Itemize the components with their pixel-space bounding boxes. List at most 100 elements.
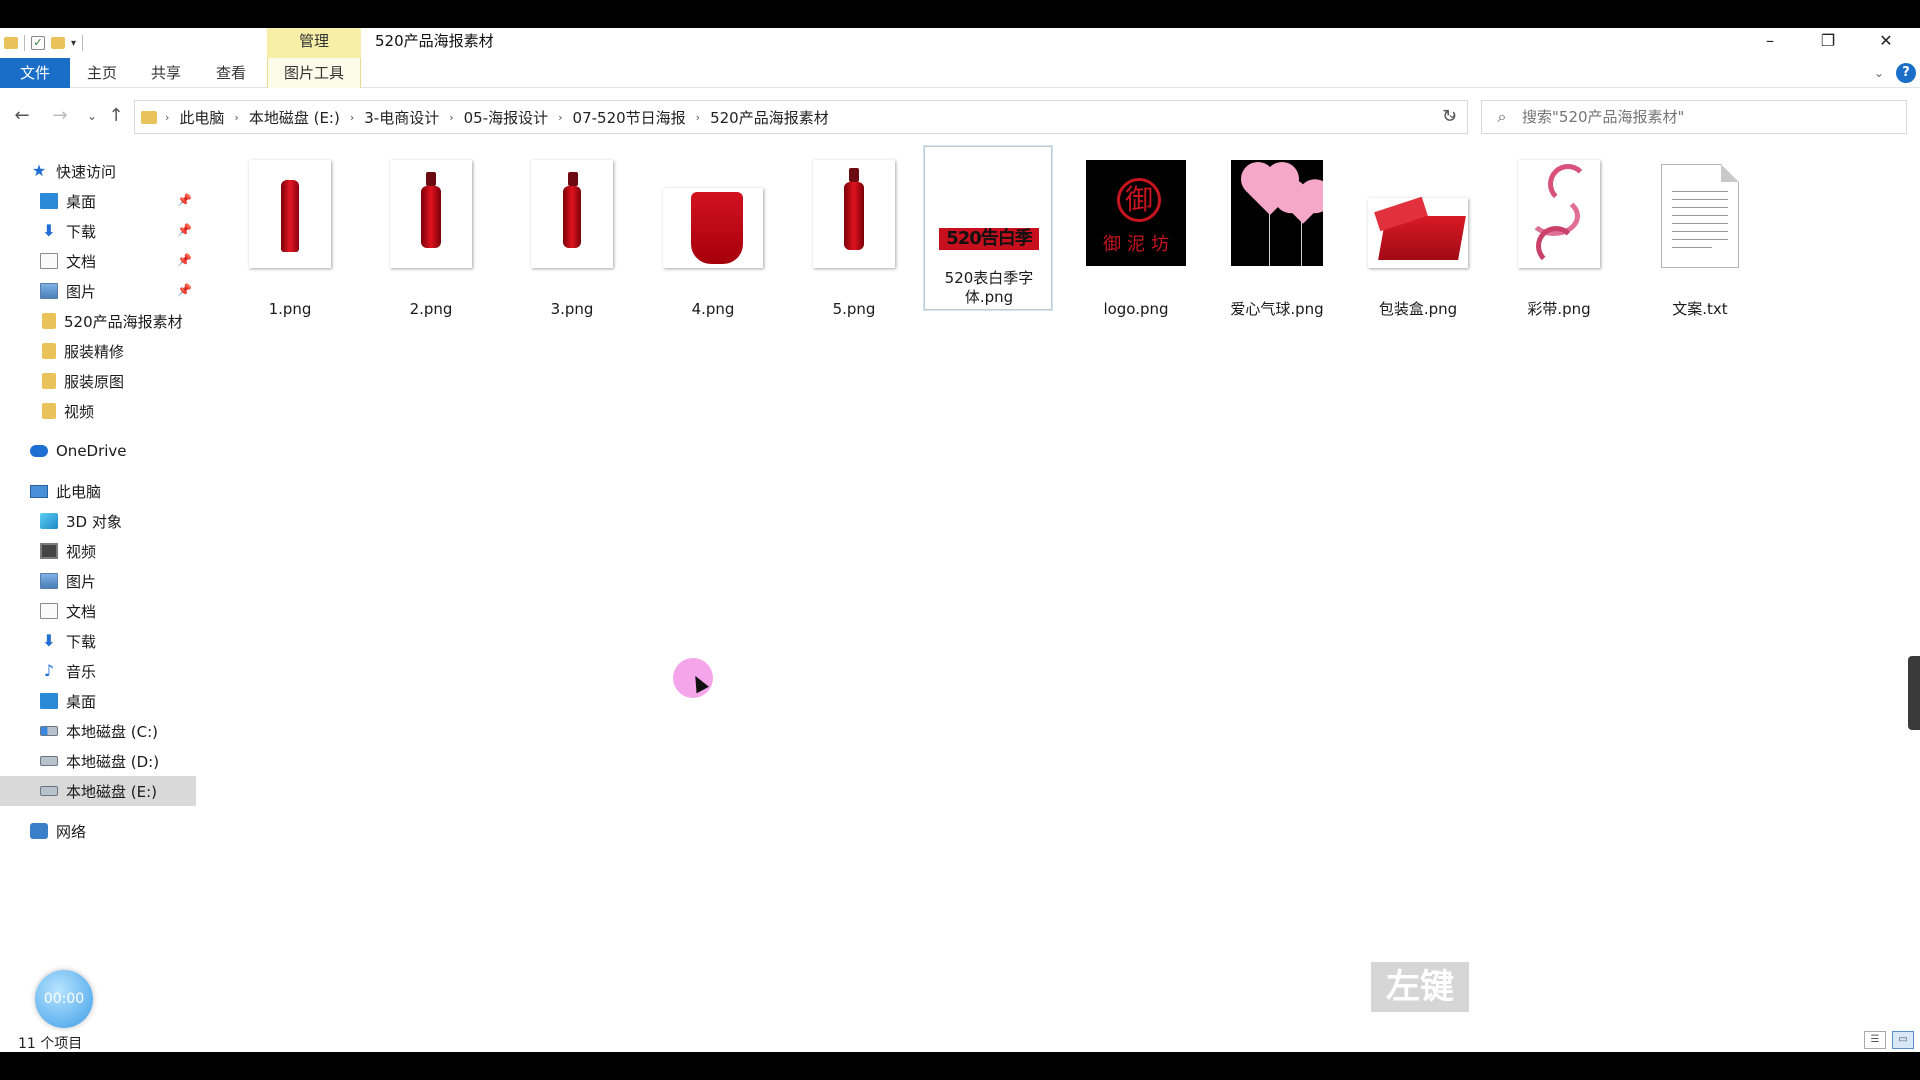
file-item-balloon-png[interactable]: 爱心气球.png <box>1217 148 1337 318</box>
search-input[interactable] <box>1522 108 1892 126</box>
breadcrumb-520-festival-poster[interactable]: 07-520节日海报 <box>573 107 686 128</box>
sidebar-item-pc-pictures[interactable]: 图片 <box>0 566 196 596</box>
chevron-right-icon[interactable]: › <box>449 111 453 124</box>
forward-button[interactable]: → <box>48 104 72 128</box>
file-name: 520表白季字体.png <box>944 269 1034 306</box>
customize-toolbar-icon[interactable]: ▾ <box>71 38 76 49</box>
file-thumbnail <box>381 156 481 268</box>
sidebar-item-label: 本地磁盘 (E:) <box>66 782 158 801</box>
bottle-icon <box>813 160 895 268</box>
file-name: 4.png <box>691 300 735 318</box>
bottle-icon <box>390 160 472 268</box>
minimize-button[interactable]: – <box>1742 28 1798 58</box>
sidebar-item-drive-d[interactable]: 本地磁盘 (D:) <box>0 746 196 776</box>
file-item-520-font-png[interactable]: 520告白季 520表白季字体.png <box>923 145 1053 311</box>
sidebar-item-label: 音乐 <box>66 662 97 681</box>
file-thumbnail <box>240 156 340 268</box>
chevron-right-icon[interactable]: › <box>696 111 700 124</box>
sidebar-item-520-material[interactable]: 520产品海报素材 <box>0 306 196 336</box>
sidebar-item-onedrive[interactable]: OneDrive <box>0 436 196 466</box>
sidebar-item-music[interactable]: ♪ 音乐 <box>0 656 196 686</box>
context-tab-manage[interactable]: 管理 <box>267 28 361 58</box>
file-item-2-png[interactable]: 2.png <box>371 148 491 318</box>
sidebar-item-video-folder[interactable]: 视频 <box>0 396 196 426</box>
back-button[interactable]: ← <box>10 104 34 128</box>
pin-icon[interactable]: 📌 <box>177 283 192 297</box>
sidebar-item-this-pc[interactable]: 此电脑 <box>0 476 196 506</box>
sidebar-item-pc-desktop[interactable]: 桌面 <box>0 686 196 716</box>
details-view-icon[interactable]: ☰ <box>1864 1031 1886 1049</box>
chevron-right-icon[interactable]: › <box>558 111 562 124</box>
item-count: 11 个项目 <box>18 1036 83 1052</box>
expand-ribbon-icon[interactable]: ⌄ <box>1874 66 1884 80</box>
file-item-copy-txt[interactable]: 文案.txt <box>1640 148 1760 318</box>
sidebar-item-pictures[interactable]: 图片 📌 <box>0 276 196 306</box>
tab-view[interactable]: 查看 <box>207 58 255 88</box>
sidebar-item-network[interactable]: 网络 <box>0 816 196 846</box>
breadcrumb-this-pc[interactable]: 此电脑 <box>179 107 224 128</box>
chevron-right-icon[interactable]: › <box>350 111 354 124</box>
file-item-4-png[interactable]: 4.png <box>653 148 773 318</box>
red-pack-icon <box>663 188 763 268</box>
sidebar-item-drive-c[interactable]: 本地磁盘 (C:) <box>0 716 196 746</box>
sidebar-item-3d-objects[interactable]: 3D 对象 <box>0 506 196 536</box>
recent-locations-button[interactable]: ⌄ <box>80 104 104 128</box>
sidebar-item-clothing-original[interactable]: 服装原图 <box>0 366 196 396</box>
tab-home[interactable]: 主页 <box>78 58 126 88</box>
sidebar-item-label: 文档 <box>66 602 97 621</box>
sidebar-item-label: 3D 对象 <box>66 512 122 531</box>
file-name: 5.png <box>832 300 876 318</box>
file-item-logo-png[interactable]: 御 御泥坊 logo.png <box>1076 148 1196 318</box>
recording-timer[interactable]: 00:00 <box>35 970 93 1028</box>
divider <box>82 35 84 51</box>
sidebar-item-label: 快速访问 <box>56 162 117 181</box>
file-item-1-png[interactable]: 1.png <box>230 148 350 318</box>
file-explorer-window: ✓ ▾ 管理 520产品海报素材 – ❐ ✕ 文件 主页 共享 查看 图片工具 … <box>0 28 1920 1052</box>
chevron-right-icon[interactable]: › <box>165 111 169 124</box>
sidebar-item-desktop[interactable]: 桌面 📌 <box>0 186 196 216</box>
breadcrumb-drive-e[interactable]: 本地磁盘 (E:) <box>249 107 340 128</box>
sidebar-item-documents[interactable]: 文档 📌 <box>0 246 196 276</box>
breadcrumb-current-folder[interactable]: 520产品海报素材 <box>710 107 829 128</box>
file-thumbnail: 520告白季 <box>939 154 1039 266</box>
desktop-icon <box>40 693 58 709</box>
sidebar-item-downloads[interactable]: ⬇ 下载 📌 <box>0 216 196 246</box>
help-icon[interactable]: ? <box>1896 63 1916 83</box>
file-item-5-png[interactable]: 5.png <box>794 148 914 318</box>
file-thumbnail <box>1227 156 1327 268</box>
refresh-button[interactable]: ↻ <box>1432 100 1468 134</box>
ribbon-controls: ⌄ ? <box>1874 63 1916 83</box>
pin-icon[interactable]: 📌 <box>177 253 192 267</box>
breadcrumb-ecommerce-design[interactable]: 3-电商设计 <box>364 107 439 128</box>
tab-picture-tools[interactable]: 图片工具 <box>267 58 361 88</box>
tab-file[interactable]: 文件 <box>0 58 70 88</box>
sidebar-item-label: 桌面 <box>66 192 97 211</box>
tab-share[interactable]: 共享 <box>142 58 190 88</box>
search-box[interactable]: ⌕ <box>1481 100 1907 134</box>
sidebar-item-label: 视频 <box>64 402 95 421</box>
restore-button[interactable]: ❐ <box>1800 28 1856 58</box>
sidebar-item-drive-e[interactable]: 本地磁盘 (E:) <box>0 776 196 806</box>
file-item-ribbon-png[interactable]: 彩带.png <box>1499 148 1619 318</box>
close-button[interactable]: ✕ <box>1858 28 1914 58</box>
download-icon: ⬇ <box>42 631 56 650</box>
large-icons-view-icon[interactable]: ▭ <box>1892 1031 1914 1049</box>
side-handle[interactable] <box>1908 656 1920 730</box>
sidebar-item-pc-documents[interactable]: 文档 <box>0 596 196 626</box>
sidebar-item-clothing-retouch[interactable]: 服装精修 <box>0 336 196 366</box>
folder-icon <box>141 110 157 124</box>
breadcrumb-poster-design[interactable]: 05-海报设计 <box>464 107 549 128</box>
file-item-3-png[interactable]: 3.png <box>512 148 632 318</box>
pin-icon[interactable]: 📌 <box>177 223 192 237</box>
sidebar-item-pc-downloads[interactable]: ⬇ 下载 <box>0 626 196 656</box>
address-bar[interactable]: › 此电脑 › 本地磁盘 (E:) › 3-电商设计 › 05-海报设计 › 0… <box>134 100 1468 134</box>
up-button[interactable]: ↑ <box>104 104 128 128</box>
file-item-gift-box-png[interactable]: 包装盒.png <box>1358 148 1478 318</box>
chevron-right-icon[interactable]: › <box>234 111 238 124</box>
new-folder-icon[interactable] <box>51 37 65 49</box>
sidebar-item-quick-access[interactable]: ★ 快速访问 <box>0 156 196 186</box>
pin-icon[interactable]: 📌 <box>177 193 192 207</box>
file-thumbnail <box>1509 156 1609 268</box>
sidebar-item-videos[interactable]: 视频 <box>0 536 196 566</box>
properties-icon[interactable]: ✓ <box>31 36 45 50</box>
